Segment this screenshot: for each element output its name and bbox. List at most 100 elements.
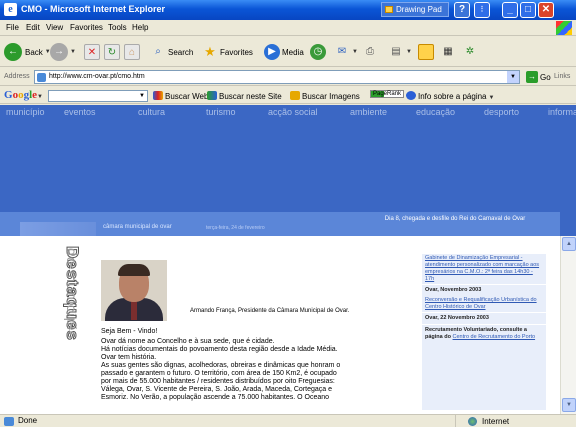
news-link-gabinete[interactable]: Gabinete de Dinamização Empresarial - at… <box>422 254 546 284</box>
google-logo[interactable]: Google▼ <box>4 89 43 101</box>
status-text: Done <box>18 416 38 425</box>
maximize-button[interactable]: □ <box>520 2 536 18</box>
scroll-down-icon[interactable]: ▼ <box>562 398 576 412</box>
go-label: Go <box>540 72 551 82</box>
news-link-reconversao[interactable]: Reconversão e Requalificação Urbanística… <box>422 296 546 312</box>
menu-tools[interactable]: Tools <box>108 23 127 32</box>
menu-file[interactable]: File <box>6 23 19 32</box>
nav-educacao[interactable]: educação <box>416 107 455 117</box>
mail-button[interactable]: ✉ ▼ <box>334 42 358 62</box>
google-toolbar: Google▼ ▼ Buscar Web Buscar neste Site B… <box>0 87 576 104</box>
welcome-heading: Seja Bem - Vindo! <box>101 328 158 335</box>
menu-help[interactable]: Help <box>132 23 148 32</box>
go-button[interactable]: → Go <box>526 71 551 83</box>
back-label: Back <box>25 47 43 57</box>
extra-icon[interactable]: ⋮ <box>474 2 490 18</box>
home-button[interactable]: ⌂ <box>124 42 140 62</box>
stop-button[interactable]: ✕ <box>84 42 100 62</box>
forward-arrow-icon: → <box>50 43 68 61</box>
links-button[interactable]: Links <box>554 73 570 80</box>
news-date: Ovar, Novembro 2003 <box>422 284 546 296</box>
news-link-recrutamento[interactable]: Centro de Recrutamento do Porto <box>453 334 536 340</box>
window-title: CMO - Microsoft Internet Explorer <box>21 4 166 14</box>
close-button[interactable]: ✕ <box>538 2 554 18</box>
folder-icon <box>418 44 434 60</box>
media-icon: ▶ <box>264 44 280 60</box>
info-icon <box>406 91 416 100</box>
google-buscar-imagens-label: Buscar Imagens <box>302 92 360 101</box>
refresh-icon: ↻ <box>104 44 120 60</box>
vertical-scrollbar[interactable]: ▲ ▼ <box>560 236 576 414</box>
messenger-icon: ✲ <box>465 46 475 57</box>
windows-logo-icon <box>556 21 572 35</box>
welcome-text: Seja Bem - Vindo! Ovar dá nome ao Concel… <box>101 328 419 402</box>
google-info-button[interactable]: Info sobre a página ▼ <box>406 91 494 101</box>
google-buscar-web-button[interactable]: Buscar Web <box>153 91 208 101</box>
news-sidebar: Gabinete de Dinamização Empresarial - at… <box>422 254 546 410</box>
discuss-button[interactable] <box>418 42 434 62</box>
pagerank-indicator: PageRank <box>370 90 405 98</box>
paragraph-line: passado e garantem o futuro. O territóri… <box>101 370 337 377</box>
forward-button[interactable]: → ▼ <box>50 42 76 62</box>
research-button[interactable]: ▦ <box>440 42 456 62</box>
google-images-icon <box>290 91 300 100</box>
google-buscar-web-label: Buscar Web <box>165 92 209 101</box>
nav-ambiente[interactable]: ambiente <box>350 107 387 117</box>
address-url: http://www.cm-ovar.pt/cmo.htm <box>49 73 145 80</box>
search-button[interactable]: ⌕ Search <box>150 42 193 62</box>
chevron-down-icon: ▼ <box>488 95 495 101</box>
minimize-button[interactable]: _ <box>502 2 518 18</box>
history-button[interactable]: ◷ <box>310 42 326 62</box>
drawing-pad-button[interactable]: Drawing Pad <box>381 2 449 17</box>
nav-eventos[interactable]: eventos <box>64 107 96 117</box>
star-icon: ★ <box>204 44 216 59</box>
edit-button[interactable]: ▤ ▼ <box>388 42 412 62</box>
paragraph-line: Válega, Ovar, S. Vicente de Pereira, S. … <box>101 386 333 393</box>
google-info-label: Info sobre a página <box>418 92 487 101</box>
announcement-ticker[interactable]: Dia 8, chegada e desfile do Rei do Carna… <box>355 215 555 223</box>
home-icon: ⌂ <box>124 44 140 60</box>
photo-caption: Armando França, Presidente da Câmara Mun… <box>190 308 350 314</box>
address-label: Address <box>4 73 30 80</box>
favorites-button[interactable]: ★ Favorites <box>202 42 253 62</box>
nav-desporto[interactable]: desporto <box>484 107 519 117</box>
scroll-up-icon[interactable]: ▲ <box>562 237 576 251</box>
search-icon: ⌕ <box>155 46 161 57</box>
menu-view[interactable]: View <box>46 23 63 32</box>
zone-label: Internet <box>482 417 510 426</box>
media-button[interactable]: ▶ Media <box>264 42 304 62</box>
back-button[interactable]: ← Back ▼ <box>4 42 51 62</box>
chevron-down-icon: ▼ <box>352 49 358 55</box>
nav-informacao[interactable]: informação <box>548 107 576 117</box>
site-logo-watermark <box>20 222 96 236</box>
nav-turismo[interactable]: turismo <box>206 107 236 117</box>
address-input[interactable]: http://www.cm-ovar.pt/cmo.htm ▼ <box>34 70 520 84</box>
menu-edit[interactable]: Edit <box>26 23 40 32</box>
google-search-input[interactable]: ▼ <box>48 90 148 102</box>
internet-zone-icon <box>468 417 477 426</box>
page-content: município eventos cultura turismo acção … <box>0 105 576 414</box>
messenger-button[interactable]: ✲ <box>462 42 478 62</box>
status-bar: Done Internet <box>0 414 576 427</box>
print-button[interactable]: ⎙ <box>362 42 378 62</box>
site-date: terça-feira, 24 de fevereiro <box>206 225 265 231</box>
title-bar: e CMO - Microsoft Internet Explorer Draw… <box>0 0 576 20</box>
nav-accao-social[interactable]: acção social <box>268 107 318 117</box>
back-arrow-icon: ← <box>4 43 22 61</box>
google-buscar-site-label: Buscar neste Site <box>219 92 282 101</box>
security-zone: Internet <box>455 415 576 427</box>
menu-favorites[interactable]: Favorites <box>70 23 103 32</box>
google-buscar-imagens-button[interactable]: Buscar Imagens <box>290 91 360 101</box>
paragraph-line: Há notícias documentais do povoamento de… <box>101 346 338 353</box>
nav-municipio[interactable]: município <box>6 107 45 117</box>
chevron-down-icon: ▼ <box>70 49 76 55</box>
paragraph-line: Ovar tem história. <box>101 354 157 361</box>
media-label: Media <box>282 47 304 57</box>
nav-cultura[interactable]: cultura <box>138 107 165 117</box>
help-icon[interactable]: ? <box>454 2 470 18</box>
paragraph-line: Esmoriz. No Verão, a população ascende a… <box>101 394 330 401</box>
edit-page-icon: ▤ <box>391 46 401 57</box>
address-dropdown-icon[interactable]: ▼ <box>507 71 519 83</box>
google-buscar-site-button[interactable]: Buscar neste Site <box>207 91 282 101</box>
refresh-button[interactable]: ↻ <box>104 42 120 62</box>
